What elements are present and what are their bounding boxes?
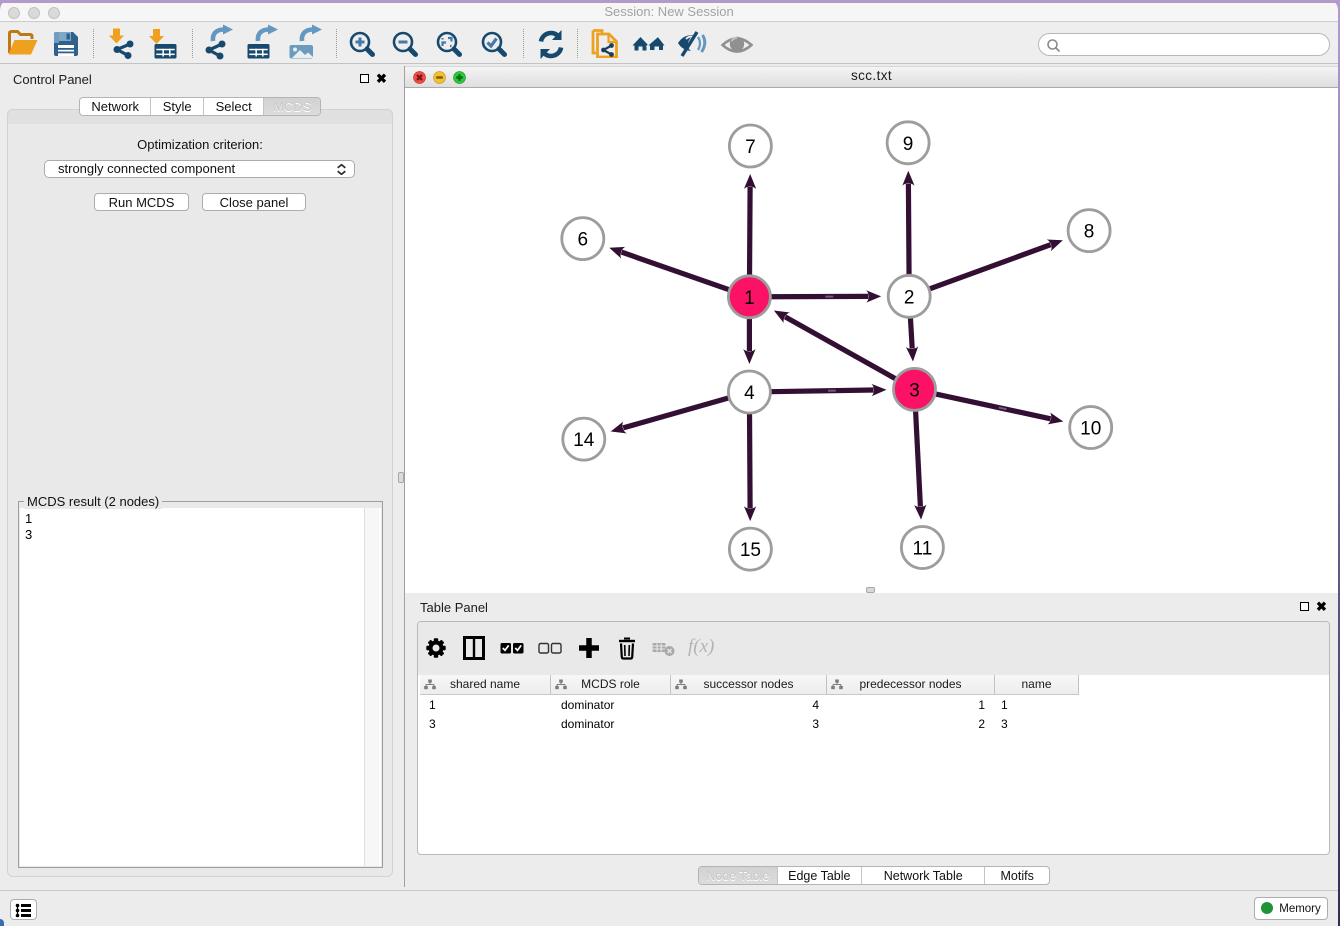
svg-text:7: 7 — [745, 137, 756, 158]
svg-text:11: 11 — [913, 539, 933, 560]
svg-text:2: 2 — [904, 287, 915, 308]
svg-text:1: 1 — [744, 288, 755, 309]
svg-text:14: 14 — [573, 430, 595, 451]
svg-text:6: 6 — [578, 230, 589, 251]
svg-text:10: 10 — [1080, 419, 1101, 440]
svg-text:4: 4 — [744, 383, 755, 404]
svg-text:9: 9 — [903, 134, 914, 155]
svg-text:3: 3 — [909, 380, 920, 401]
svg-text:8: 8 — [1084, 222, 1095, 243]
svg-text:15: 15 — [740, 540, 761, 561]
